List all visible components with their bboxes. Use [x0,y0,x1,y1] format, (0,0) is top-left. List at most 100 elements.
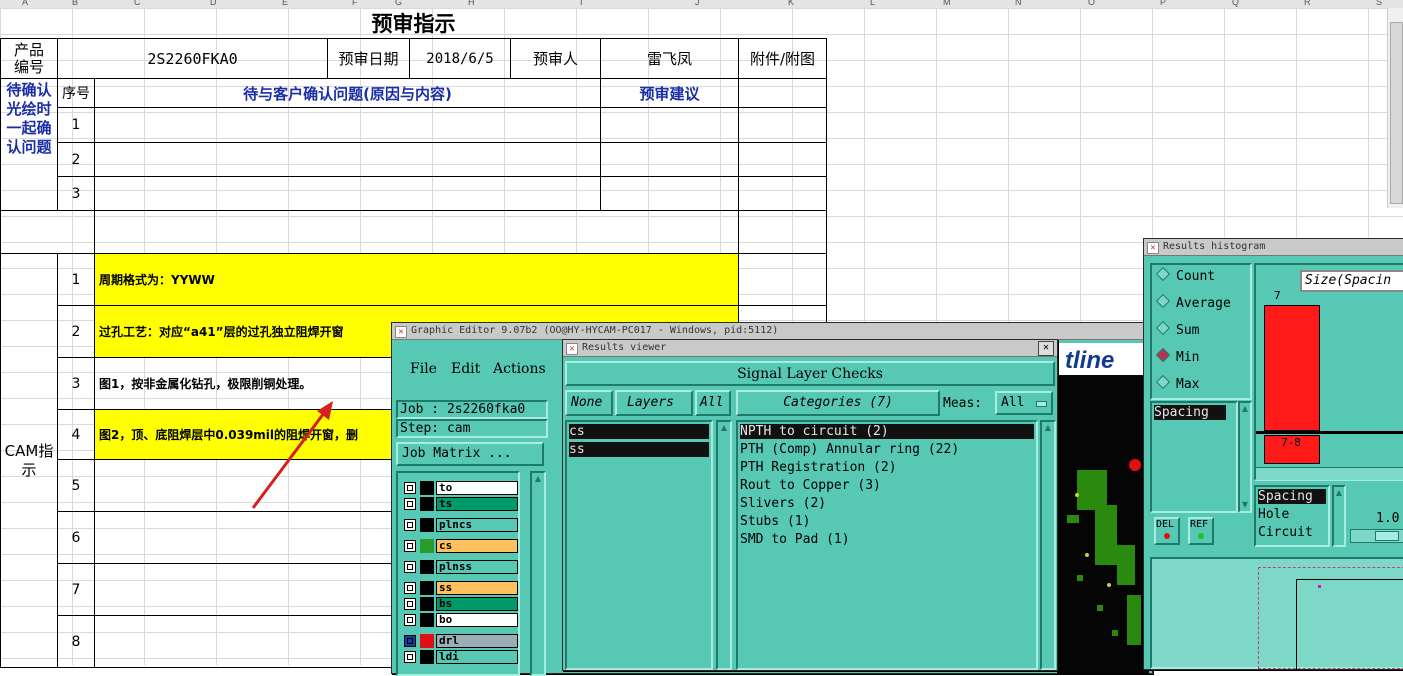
layer-result-item[interactable]: cs [569,424,709,439]
confirm-issue-cell[interactable] [94,176,601,211]
column-letter[interactable]: D [210,0,217,7]
column-letter[interactable]: O [1088,0,1095,7]
layer-checkbox[interactable] [404,614,416,626]
graphic-editor-titlebar[interactable]: ✕ Graphic Editor 9.07b2 (OO@HY-HYCAM-PC01… [392,323,1152,340]
layer-row[interactable]: plncs [404,518,518,532]
none-button[interactable]: None [565,390,613,416]
column-letter[interactable]: R [1304,0,1311,7]
category-results-scrollbar[interactable]: ▲ [1040,420,1056,670]
measure-list[interactable]: Spacing [1150,401,1238,513]
category-item[interactable]: PTH Registration (2) [740,460,897,475]
menu-file[interactable]: File [410,361,437,377]
category-item[interactable]: Rout to Copper (3) [740,478,881,493]
layer-checkbox[interactable] [404,482,416,494]
job-matrix-button[interactable]: Job Matrix ... [396,442,544,466]
scale-slider[interactable] [1350,529,1403,543]
mode-radio-average[interactable]: Average [1155,293,1231,311]
layer-checkbox[interactable] [404,598,416,610]
column-letter[interactable]: I [580,0,583,7]
chart-hscroll[interactable] [1256,467,1403,480]
layer-row[interactable]: to [404,481,518,495]
cam-row-text[interactable]: 周期格式为：YYWW [94,253,739,306]
column-letter[interactable]: K [788,0,794,7]
confirm-attach-cell[interactable] [738,176,827,211]
blank-cell[interactable] [0,210,95,254]
attachment-cell[interactable] [738,78,827,108]
meas-dropdown[interactable]: All [995,391,1053,415]
measure-item[interactable]: Spacing [1154,405,1226,420]
layer-name[interactable]: ss [436,581,518,595]
layer-result-item[interactable]: ss [569,442,709,457]
layers-all-button[interactable]: All [695,390,731,416]
results-histogram-titlebar[interactable]: ✕ Results histogram [1144,239,1403,256]
del-button[interactable]: DEL [1154,517,1180,545]
layers-button[interactable]: Layers [615,390,693,416]
confirm-advice-cell[interactable] [600,107,739,143]
type-item[interactable]: Hole [1258,507,1289,522]
confirm-advice-cell[interactable] [600,176,739,211]
type-item[interactable]: Circuit [1258,525,1313,540]
column-letter[interactable]: Q [1232,0,1239,7]
layer-name[interactable]: ldi [436,650,518,664]
confirm-advice-cell[interactable] [600,142,739,177]
category-item[interactable]: Slivers (2) [740,496,826,511]
blank-cell[interactable] [94,210,739,254]
mode-radio-max[interactable]: Max [1155,374,1199,392]
column-letter[interactable]: F [352,0,358,7]
scrollbar-thumb[interactable] [1390,22,1403,204]
layer-list[interactable]: to ts plncs cs plnss ss bs bo drl ldi [396,471,520,676]
layer-name[interactable]: bo [436,613,518,627]
layer-name[interactable]: plnss [436,560,518,574]
sheet-vertical-scrollbar[interactable] [1387,8,1403,208]
layer-name[interactable]: drl [436,634,518,648]
histogram-bar[interactable] [1264,305,1320,431]
category-item[interactable]: PTH (Comp) Annular ring (22) [740,442,959,457]
graphics-canvas[interactable] [1057,375,1149,675]
histogram-preview[interactable] [1150,557,1403,671]
column-letter[interactable]: N [1015,0,1022,7]
type-list-scrollbar[interactable]: ▲ [1332,485,1346,547]
column-letter[interactable]: B [72,0,78,7]
confirm-attach-cell[interactable] [738,107,827,143]
layer-row[interactable]: bs [404,597,518,611]
layer-checkbox[interactable] [404,540,416,552]
category-results-list[interactable]: NPTH to circuit (2) PTH (Comp) Annular r… [736,420,1038,670]
confirm-attach-cell[interactable] [738,142,827,177]
layer-name[interactable]: to [436,481,518,495]
layer-results-list[interactable]: cs ss [565,420,713,670]
confirm-issue-cell[interactable] [94,107,601,143]
layer-checkbox[interactable] [404,498,416,510]
column-letter[interactable]: J [695,0,700,7]
results-viewer-window[interactable]: ✕ Results viewer ✕ Signal Layer Checks No… [562,339,1058,671]
results-viewer-titlebar[interactable]: ✕ Results viewer ✕ [563,340,1057,357]
date-value[interactable]: 2018/6/5 [409,38,511,79]
ref-button[interactable]: REF [1188,517,1214,545]
column-letter[interactable]: E [282,0,288,7]
close-icon[interactable]: ✕ [1038,341,1054,356]
column-letter[interactable]: A [22,0,28,7]
layer-row[interactable]: drl [404,634,518,648]
mode-radio-min[interactable]: Min [1155,347,1199,365]
column-letter[interactable]: S [1376,0,1382,7]
confirm-issue-cell[interactable] [94,142,601,177]
layer-name[interactable]: plncs [436,518,518,532]
column-letter[interactable]: P [1160,0,1166,7]
column-letter[interactable]: L [870,0,875,7]
layer-checkbox[interactable] [404,582,416,594]
results-histogram-window[interactable]: ✕ Results histogram Count Average Sum Min… [1143,238,1403,671]
layer-row[interactable]: bo [404,613,518,627]
mode-radio-count[interactable]: Count [1155,266,1215,284]
category-item[interactable]: NPTH to circuit (2) [740,424,1034,439]
categories-button[interactable]: Categories (7) [736,390,940,416]
layer-list-scrollbar[interactable]: ▲ [530,471,546,676]
category-item[interactable]: SMD to Pad (1) [740,532,850,547]
blank-cell[interactable] [738,210,827,254]
layer-checkbox[interactable] [404,519,416,531]
category-item[interactable]: Stubs (1) [740,514,810,529]
column-letter[interactable]: M [943,0,951,7]
product-value[interactable]: 2S2260FKA0 [57,38,328,79]
cam-row-attach[interactable] [738,253,827,306]
layer-row[interactable]: cs [404,539,518,553]
mode-radio-sum[interactable]: Sum [1155,320,1199,338]
layer-row[interactable]: ss [404,581,518,595]
